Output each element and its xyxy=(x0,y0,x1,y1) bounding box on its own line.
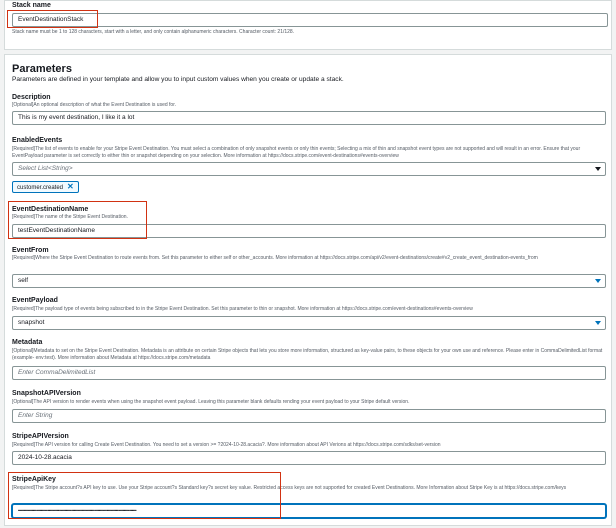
snapshot-api-version-placeholder: Enter String xyxy=(18,412,53,419)
metadata-input[interactable]: Enter CommaDelimitedList xyxy=(12,366,606,380)
stripe-api-version-value: 2024-10-28.acacia xyxy=(18,454,72,461)
remove-token-icon[interactable]: ✕ xyxy=(67,182,74,191)
stripe-api-key-input[interactable]: ••••••••••••••••••••••••••••••••••••••••… xyxy=(12,504,606,518)
event-from-hint: [Required]Where the Stripe Event Destina… xyxy=(12,255,538,261)
enabled-event-token: customer.created ✕ xyxy=(12,181,79,193)
event-payload-label: EventPayload xyxy=(12,297,58,304)
event-payload-hint: [Required]The payload type of events bei… xyxy=(12,306,473,312)
enabled-event-token-label: customer.created xyxy=(17,185,64,191)
description-input[interactable]: This is my event destination, I like it … xyxy=(12,111,606,125)
description-hint: [Optional]An optional description of wha… xyxy=(12,102,176,108)
chevron-down-icon xyxy=(595,167,601,171)
snapshot-api-version-hint: [Optional]The API version to render even… xyxy=(12,399,410,405)
stripe-api-version-hint: [Required]The API version for calling Cr… xyxy=(12,442,441,448)
metadata-label: Metadata xyxy=(12,339,43,346)
event-from-select[interactable]: self xyxy=(12,274,606,288)
stack-name-value: EventDestinationStack xyxy=(18,16,84,23)
parameters-section: Parameters Parameters are defined in you… xyxy=(4,54,612,526)
event-from-value: self xyxy=(18,277,29,284)
stripe-api-key-label: StripeApiKey xyxy=(12,476,56,483)
parameters-subtitle: Parameters are defined in your template … xyxy=(12,76,344,83)
metadata-placeholder: Enter CommaDelimitedList xyxy=(18,369,96,376)
chevron-down-icon xyxy=(595,321,601,325)
event-from-label: EventFrom xyxy=(12,247,49,254)
stripe-api-version-input[interactable]: 2024-10-28.acacia xyxy=(12,451,606,465)
stripe-api-key-value: ••••••••••••••••••••••••••••••••••••••••… xyxy=(18,508,137,513)
stripe-api-key-hint: [Required]The Stripe account?s API key t… xyxy=(12,485,567,491)
event-destination-name-input[interactable]: testEventDestinationName xyxy=(12,224,606,238)
snapshot-api-version-input[interactable]: Enter String xyxy=(12,409,606,423)
event-destination-name-value: testEventDestinationName xyxy=(18,227,95,234)
description-label: Description xyxy=(12,94,51,101)
parameters-title: Parameters xyxy=(12,63,72,75)
event-payload-select[interactable]: snapshot xyxy=(12,316,606,330)
description-value: This is my event destination, I like it … xyxy=(18,114,135,121)
stack-name-section: Stack name EventDestinationStack Stack n… xyxy=(4,0,612,50)
enabled-events-label: EnabledEvents xyxy=(12,137,63,144)
stack-name-label: Stack name xyxy=(12,2,51,9)
event-destination-name-hint: [Required]The name of the Stripe Event D… xyxy=(12,214,128,220)
snapshot-api-version-label: SnapshotAPIVersion xyxy=(12,390,81,397)
enabled-events-select[interactable]: Select List<String> xyxy=(12,162,606,176)
stripe-api-version-label: StripeAPIVersion xyxy=(12,433,69,440)
stack-name-hint: Stack name must be 1 to 128 characters, … xyxy=(12,29,295,35)
stack-name-input[interactable]: EventDestinationStack xyxy=(12,13,608,27)
event-payload-value: snapshot xyxy=(18,319,45,326)
enabled-events-hint: [Required]The list of events to enable f… xyxy=(12,146,581,159)
chevron-down-icon xyxy=(595,279,601,283)
enabled-events-placeholder: Select List<String> xyxy=(18,165,73,172)
metadata-hint: [Optional]Metadata to set on the Stripe … xyxy=(12,348,603,361)
event-destination-name-label: EventDestinationName xyxy=(12,206,89,213)
